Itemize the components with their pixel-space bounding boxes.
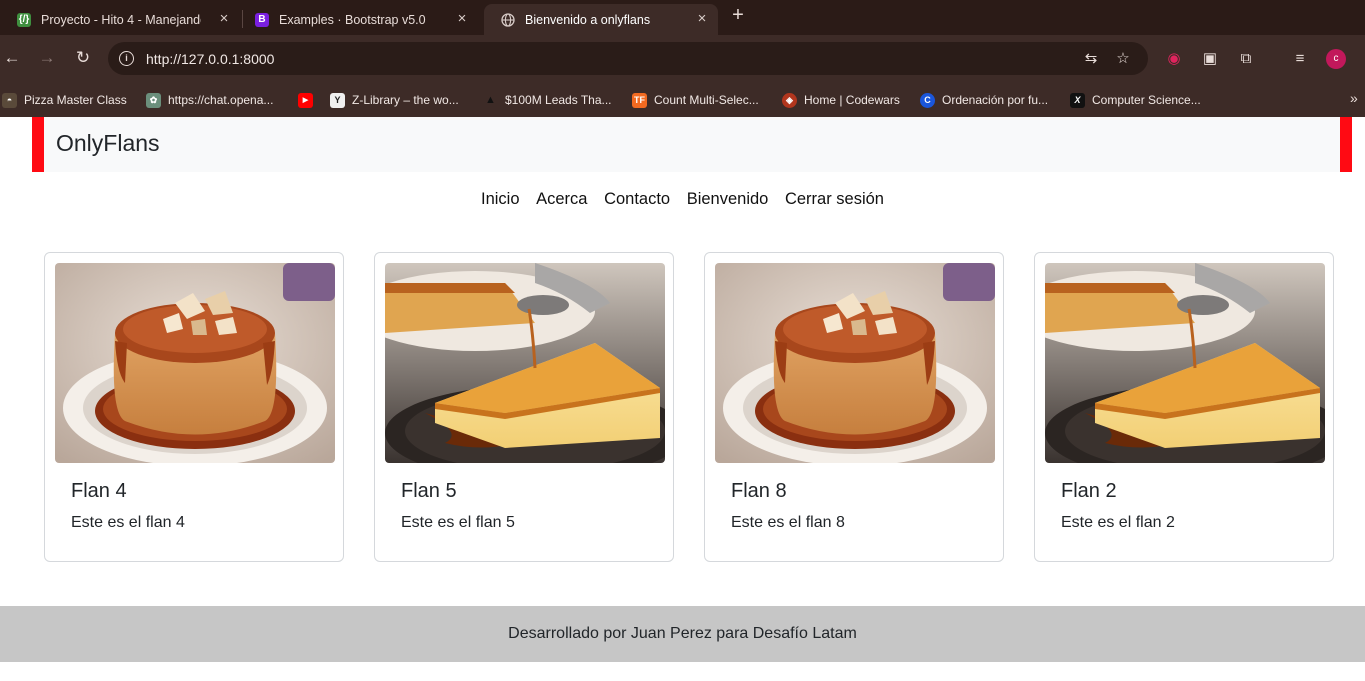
tab-strip: {/} Proyecto - Hito 4 - Manejando × B Ex… <box>0 0 1365 35</box>
zlibrary-icon: Y <box>330 92 345 108</box>
bookmark-chatgpt[interactable]: ✿ https://chat.opena... <box>146 91 273 109</box>
back-icon[interactable]: ← <box>2 48 22 68</box>
bookmark-computer-science[interactable]: X Computer Science... <box>1070 91 1201 109</box>
globe-icon <box>501 12 515 27</box>
chevron-right-icon[interactable]: » <box>1350 90 1358 106</box>
bookmark-ordenacion[interactable]: C Ordenación por fu... <box>920 91 1048 109</box>
card-text: Este es el flan 2 <box>1061 514 1175 531</box>
flan-image <box>55 263 335 463</box>
c-icon: C <box>920 92 935 108</box>
tab-title: Proyecto - Hito 4 - Manejando <box>41 12 201 27</box>
record-icon[interactable]: ◉ <box>1164 49 1184 69</box>
codewars-icon: ◈ <box>782 92 797 108</box>
bookmark-star-icon[interactable]: ☆ <box>1114 50 1132 68</box>
bookmark-label: Computer Science... <box>1092 93 1201 107</box>
nav-contacto[interactable]: Contacto <box>604 190 670 209</box>
pizza-icon: ◓ <box>2 92 17 108</box>
bookmark-label: Home | Codewars <box>804 93 900 107</box>
site-info-icon[interactable]: i <box>119 51 134 66</box>
tab-proyecto[interactable]: {/} Proyecto - Hito 4 - Manejando × <box>0 4 240 35</box>
bookmarks-bar: ◓ Pizza Master Class ✿ https://chat.open… <box>0 82 1365 117</box>
card-title: Flan 4 <box>71 480 127 502</box>
media-queue-icon[interactable]: ≡ <box>1290 49 1310 69</box>
nav-bienvenido[interactable]: Bienvenido <box>687 190 769 209</box>
bookmark-zlibrary[interactable]: Y Z-Library – the wo... <box>330 91 459 109</box>
flan-image <box>1045 263 1325 463</box>
browser-toolbar: ← → ↻ i http://127.0.0.1:8000 ⇆ ☆ ◉ ▣ ⧉ … <box>0 35 1365 82</box>
reload-icon[interactable]: ↻ <box>73 48 93 68</box>
flan-image <box>715 263 995 463</box>
bookmark-label: Pizza Master Class <box>24 93 127 107</box>
youtube-icon: ▶ <box>298 92 313 108</box>
tf-icon: TF <box>632 92 647 108</box>
close-tab-icon[interactable]: × <box>694 11 710 27</box>
bookmark-label: $100M Leads Tha... <box>505 93 612 107</box>
profile-avatar[interactable]: c <box>1326 49 1346 69</box>
main-nav: Inicio Acerca Contacto Bienvenido Cerrar… <box>0 190 1365 209</box>
bookmark-label: https://chat.opena... <box>168 93 274 107</box>
new-tab-icon[interactable]: + <box>728 5 748 25</box>
bootstrap-icon: B <box>255 12 269 27</box>
flan-card[interactable]: Flan 5 Este es el flan 5 <box>374 252 674 562</box>
openai-icon: ✿ <box>146 92 161 108</box>
x-icon: X <box>1070 92 1085 108</box>
code-brackets-icon: {/} <box>17 12 31 27</box>
flan-card[interactable]: Flan 2 Este es el flan 2 <box>1034 252 1334 562</box>
triangle-icon: ▲ <box>485 94 496 106</box>
close-tab-icon[interactable]: × <box>216 11 232 27</box>
bookmark-label: Ordenación por fu... <box>942 93 1049 107</box>
flan-image <box>385 263 665 463</box>
card-title: Flan 5 <box>401 480 457 502</box>
bookmark-label: Count Multi-Selec... <box>654 93 759 107</box>
bookmark-100m-leads[interactable]: ▲ $100M Leads Tha... <box>483 91 612 109</box>
nav-acerca[interactable]: Acerca <box>536 190 587 209</box>
translate-icon[interactable]: ⇆ <box>1082 50 1100 68</box>
page-content: OnlyFlans Inicio Acerca Contacto Bienven… <box>0 117 1365 681</box>
card-text: Este es el flan 8 <box>731 514 845 531</box>
camera-icon[interactable]: ▣ <box>1200 49 1220 69</box>
card-text: Este es el flan 5 <box>401 514 515 531</box>
flan-card[interactable]: Flan 8 Este es el flan 8 <box>704 252 1004 562</box>
address-bar[interactable]: i http://127.0.0.1:8000 ⇆ ☆ <box>108 42 1148 75</box>
card-text: Este es el flan 4 <box>71 514 185 531</box>
extensions-icon[interactable]: ⧉ <box>1236 49 1256 69</box>
tab-title: Bienvenido a onlyflans <box>525 12 651 27</box>
bookmark-youtube[interactable]: ▶ <box>298 91 320 109</box>
card-title: Flan 8 <box>731 480 787 502</box>
brand-header: OnlyFlans <box>32 117 1352 172</box>
site-brand[interactable]: OnlyFlans <box>56 130 160 157</box>
nav-inicio[interactable]: Inicio <box>481 190 520 209</box>
card-title: Flan 2 <box>1061 480 1117 502</box>
bookmark-pizza-master-class[interactable]: ◓ Pizza Master Class <box>2 91 127 109</box>
bookmark-codewars[interactable]: ◈ Home | Codewars <box>782 91 900 109</box>
tab-onlyflans[interactable]: Bienvenido a onlyflans × <box>484 4 718 35</box>
close-tab-icon[interactable]: × <box>454 11 470 27</box>
url-text[interactable]: http://127.0.0.1:8000 <box>146 51 274 67</box>
forward-icon[interactable]: → <box>37 48 57 68</box>
site-footer: Desarrollado por Juan Perez para Desafío… <box>0 606 1365 662</box>
nav-cerrar-sesion[interactable]: Cerrar sesión <box>785 190 884 209</box>
flan-card[interactable]: Flan 4 Este es el flan 4 <box>44 252 344 562</box>
bookmark-count-multi-select[interactable]: TF Count Multi-Selec... <box>632 91 759 109</box>
tab-title: Examples · Bootstrap v5.0 <box>279 12 426 27</box>
bookmark-label: Z-Library – the wo... <box>352 93 459 107</box>
tab-bootstrap-examples[interactable]: B Examples · Bootstrap v5.0 × <box>238 4 478 35</box>
